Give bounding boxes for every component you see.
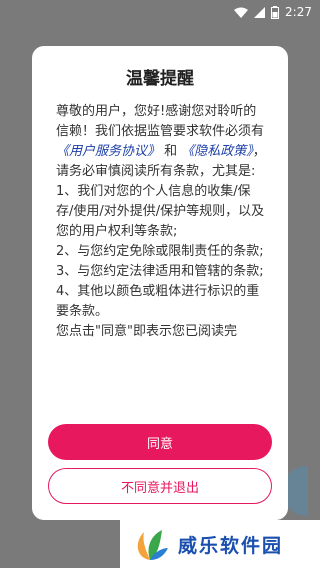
leaf-logo-icon <box>130 524 170 564</box>
cutoff-text: 您点击"同意"即表示您已阅读完 <box>56 324 237 339</box>
watermark: 威乐软件园 <box>120 520 320 568</box>
status-time: 2:27 <box>285 5 312 19</box>
and-text: 和 <box>160 144 182 159</box>
scroll-fade <box>56 392 268 408</box>
term-item-2: 2、与您约定免除或限制责任的条款; <box>56 244 264 259</box>
agree-button[interactable]: 同意 <box>48 424 272 460</box>
privacy-policy-link[interactable]: 《隐私政策》 <box>181 144 253 159</box>
battery-icon <box>271 5 280 19</box>
term-item-4: 4、其他以颜色或粗体进行标识的重要条款。 <box>56 284 260 319</box>
term-item-3: 3、与您约定法律适用和管辖的条款; <box>56 264 264 279</box>
watermark-text: 威乐软件园 <box>178 534 284 557</box>
disagree-exit-button[interactable]: 不同意并退出 <box>48 468 272 504</box>
service-agreement-link[interactable]: 《用户服务协议》 <box>56 144 160 159</box>
status-bar: 2:27 <box>0 0 320 24</box>
privacy-dialog: 温馨提醒 尊敬的用户，您好!感谢您对聆听的信赖！我们依据监管要求软件必须有《用户… <box>32 46 288 520</box>
dialog-body[interactable]: 尊敬的用户，您好!感谢您对聆听的信赖！我们依据监管要求软件必须有《用户服务协议》… <box>56 102 268 408</box>
dialog-intro-paragraph: 尊敬的用户，您好!感谢您对聆听的信赖！我们依据监管要求软件必须有《用户服务协议》… <box>56 102 268 182</box>
intro-text: 尊敬的用户，您好!感谢您对聆听的信赖！我们依据监管要求软件必须有 <box>56 104 265 139</box>
wifi-icon <box>234 7 249 18</box>
signal-icon <box>254 6 266 18</box>
term-item-1: 1、我们对您的个人信息的收集/保存/使用/对外提供/保护等规则，以及您的用户权利… <box>56 184 265 239</box>
dialog-title: 温馨提醒 <box>126 69 194 89</box>
